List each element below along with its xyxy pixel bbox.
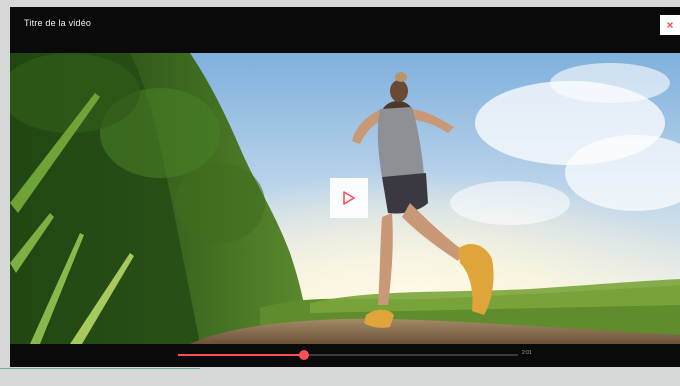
play-button[interactable] (330, 178, 368, 218)
close-button[interactable] (660, 15, 680, 35)
playback-controls: 2:01 (10, 344, 680, 367)
modal-header: Titre de la vidéo (10, 7, 680, 53)
play-icon (343, 191, 355, 205)
progress-track[interactable] (178, 350, 518, 360)
close-icon (667, 22, 673, 28)
page-accent-line (0, 368, 200, 369)
time-label: 2:01 (522, 350, 532, 356)
progress-fill (178, 354, 304, 356)
video-frame[interactable] (10, 53, 680, 344)
video-title: Titre de la vidéo (24, 18, 92, 28)
progress-handle[interactable] (298, 350, 309, 360)
video-modal: Titre de la vidéo 2:01 (10, 7, 680, 367)
